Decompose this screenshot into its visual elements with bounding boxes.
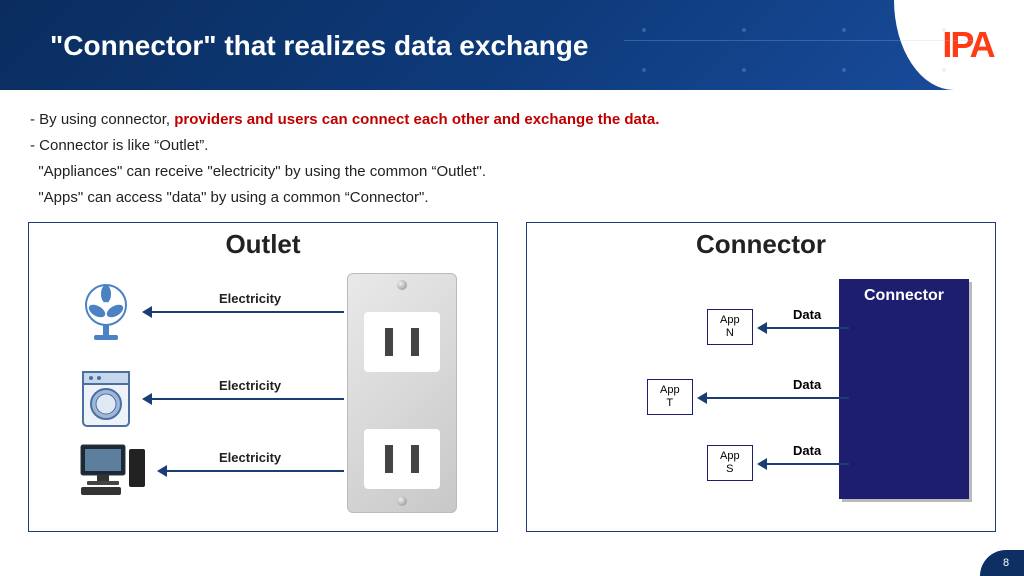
app-box-n: App N: [707, 309, 753, 345]
arrow-icon: [144, 311, 344, 313]
app-n-l1: App: [720, 314, 740, 326]
connector-panel-title: Connector: [527, 223, 995, 264]
socket-icon: [364, 312, 440, 372]
pc-icon: [79, 443, 149, 503]
slot-icon: [411, 328, 419, 356]
bullet-line-3: "Appliances" can receive "electricity" b…: [30, 160, 994, 184]
connector-box: Connector: [839, 279, 969, 499]
page-number: 8: [1003, 557, 1009, 569]
panels-row: Outlet: [0, 222, 1024, 532]
arrow-icon: [759, 327, 849, 329]
page-number-badge: 8: [980, 550, 1024, 576]
bullet1-highlight: providers and users can connect each oth…: [174, 111, 659, 128]
bullet1-lead: - By using connector,: [30, 111, 174, 128]
arrow-icon: [759, 463, 849, 465]
electricity-label: Electricity: [219, 378, 281, 393]
arrow-icon: [159, 470, 344, 472]
connector-panel: Connector Connector App N App T App S Da…: [526, 222, 996, 532]
outlet-panel: Outlet: [28, 222, 498, 532]
data-label: Data: [793, 443, 821, 458]
washer-icon: [79, 368, 134, 435]
electricity-label: Electricity: [219, 291, 281, 306]
slot-icon: [411, 445, 419, 473]
app-box-t: App T: [647, 379, 693, 415]
screw-icon: [397, 280, 407, 290]
bullet-line-1: - By using connector, providers and user…: [30, 108, 994, 132]
socket-icon: [364, 429, 440, 489]
connector-box-label: Connector: [864, 287, 944, 305]
app-s-l2: S: [726, 463, 733, 475]
app-t-l2: T: [666, 397, 673, 409]
app-t-l1: App: [660, 384, 680, 396]
electricity-label: Electricity: [219, 450, 281, 465]
logo-text: IPA: [942, 24, 993, 66]
slide-header: "Connector" that realizes data exchange …: [0, 0, 1024, 90]
slot-icon: [385, 328, 393, 356]
outlet-panel-title: Outlet: [29, 223, 497, 264]
arrow-icon: [699, 397, 849, 399]
screw-icon: [397, 496, 407, 506]
data-label: Data: [793, 377, 821, 392]
bullet-line-4: "Apps" can access "data" by using a comm…: [30, 186, 994, 210]
slot-icon: [385, 445, 393, 473]
app-box-s: App S: [707, 445, 753, 481]
outlet-plate: [347, 273, 457, 513]
app-s-l1: App: [720, 450, 740, 462]
slide-title: "Connector" that realizes data exchange: [0, 0, 1024, 62]
fan-icon: [79, 283, 134, 348]
logo-badge: IPA: [894, 0, 1024, 90]
body-text-block: - By using connector, providers and user…: [0, 90, 1024, 222]
data-label: Data: [793, 307, 821, 322]
arrow-icon: [144, 398, 344, 400]
bullet-line-2: - Connector is like “Outlet”.: [30, 134, 994, 158]
app-n-l2: N: [726, 327, 734, 339]
